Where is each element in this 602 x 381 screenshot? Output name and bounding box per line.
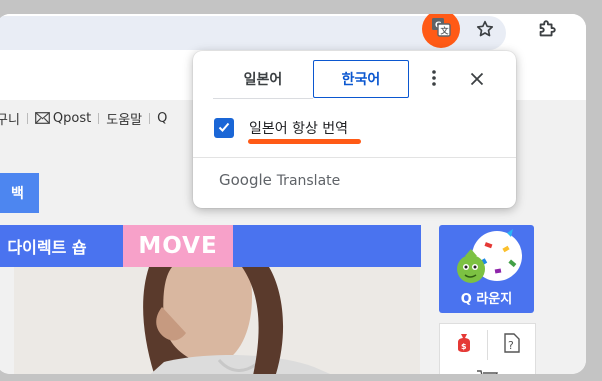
always-translate-checkbox[interactable]	[214, 118, 234, 138]
util-link-q[interactable]: Q	[157, 111, 167, 126]
browser-toolbar: G 文	[0, 14, 586, 54]
extensions-button[interactable]	[532, 16, 562, 46]
mail-icon	[35, 112, 50, 124]
close-icon	[470, 71, 484, 90]
direct-shop-bar[interactable]: | 다이렉트 숍 MOVE	[0, 225, 421, 267]
translate-wordmark: Translate	[276, 173, 341, 189]
divider	[149, 112, 151, 124]
money-bag-button[interactable]: $	[440, 324, 487, 366]
more-vert-icon	[432, 70, 436, 90]
translate-popup: 일본어 한국어 일본어 항상 번역 Google Translate	[193, 51, 516, 208]
close-button[interactable]	[464, 67, 490, 93]
util-link-help[interactable]: 도움말	[106, 109, 142, 128]
divider	[98, 112, 100, 124]
svg-text:$: $	[461, 342, 467, 351]
tab-korean[interactable]: 한국어	[313, 60, 409, 98]
q-lounge-banner[interactable]: Q 라운지	[439, 225, 534, 313]
help-doc-icon: ?	[502, 332, 522, 358]
divider	[193, 157, 516, 158]
bookmark-star-button[interactable]	[472, 18, 498, 44]
util-link-qpost[interactable]: Qpost	[35, 111, 91, 126]
side-quick-menu: $ ?	[439, 323, 536, 374]
extensions-icon	[536, 18, 558, 44]
more-options-button[interactable]	[421, 67, 447, 93]
translate-icon: G 文	[431, 17, 451, 41]
utility-links: 구니 Qpost 도움말 Q	[0, 108, 167, 128]
q-lounge-label: Q 라운지	[460, 292, 513, 307]
cart-icon	[476, 366, 500, 374]
star-icon	[475, 19, 495, 43]
highlight-underline	[248, 139, 361, 144]
move-badge[interactable]: MOVE	[123, 225, 233, 267]
google-wordmark: Google	[219, 171, 272, 189]
util-link-label: Qpost	[52, 110, 92, 126]
direct-shop-label: | 다이렉트 숍	[0, 238, 87, 257]
svg-text:?: ?	[508, 339, 514, 352]
google-translate-logo: Google Translate	[219, 171, 340, 189]
divider	[26, 112, 28, 124]
money-bag-icon: $	[454, 332, 474, 358]
help-doc-button[interactable]: ?	[488, 324, 535, 366]
always-translate-label[interactable]: 일본어 항상 번역	[249, 118, 348, 138]
cart-button[interactable]	[464, 368, 511, 374]
product-photo[interactable]	[14, 267, 420, 374]
tab-japanese[interactable]: 일본어	[213, 60, 313, 99]
util-link-cart[interactable]: 구니	[0, 109, 20, 128]
category-button[interactable]: 백	[0, 173, 39, 213]
checkmark-icon	[217, 119, 231, 138]
svg-text:文: 文	[441, 26, 450, 36]
